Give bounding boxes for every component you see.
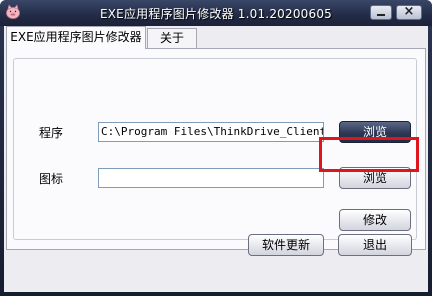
minimize-button[interactable]	[370, 5, 392, 20]
tab-panel: 程序 C:\Program Files\ThinkDrive_Client\Th…	[6, 48, 426, 250]
modify-button[interactable]: 修改	[339, 209, 411, 231]
window-title: EXE应用程序图片修改器 1.01.20200605	[99, 7, 332, 21]
client-area: EXE应用程序图片修改器 关于 程序 C:\Program Files\Thin…	[4, 26, 428, 292]
close-button[interactable]: ×	[396, 4, 422, 20]
browse-icon-button[interactable]: 浏览	[339, 167, 411, 189]
minimize-icon	[377, 14, 385, 16]
exit-button[interactable]: 退出	[338, 234, 412, 256]
tab-image-modifier[interactable]: EXE应用程序图片修改器	[6, 26, 146, 49]
icon-label: 图标	[39, 172, 64, 186]
program-path-input[interactable]: C:\Program Files\ThinkDrive_Client\Think…	[98, 122, 324, 142]
icon-path-input[interactable]	[98, 168, 324, 188]
close-icon: ×	[403, 4, 415, 19]
tab-about[interactable]: 关于	[147, 28, 197, 48]
app-window: EXE应用程序图片修改器 1.01.20200605 × EXE应用程序图片修改…	[0, 0, 432, 296]
software-update-button[interactable]: 软件更新	[248, 234, 324, 256]
title-bar[interactable]: EXE应用程序图片修改器 1.01.20200605 ×	[0, 0, 432, 26]
browse-program-button[interactable]: 浏览	[339, 121, 411, 143]
program-label: 程序	[39, 126, 64, 140]
